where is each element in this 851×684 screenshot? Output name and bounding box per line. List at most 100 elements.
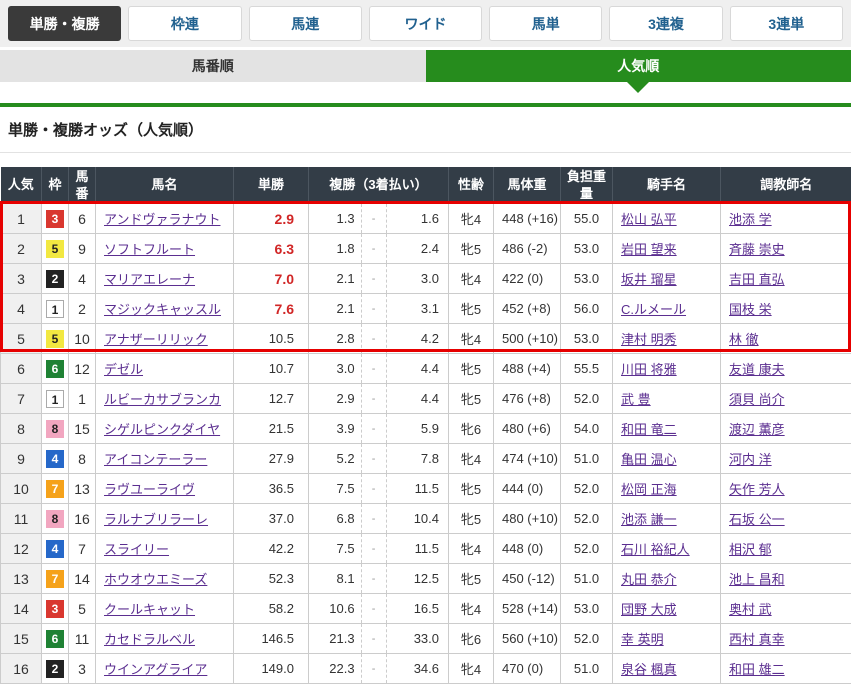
horse-name-link[interactable]: ルビーカサブランカ (104, 392, 221, 407)
horse-name-link[interactable]: ラヴユーライヴ (104, 482, 195, 497)
horse-name-link[interactable]: デゼル (104, 362, 143, 377)
jockey-link[interactable]: 岩田 望来 (621, 242, 677, 257)
trainer-link[interactable]: 友道 康夫 (729, 362, 785, 377)
tab-wakuren[interactable]: 枠連 (128, 6, 241, 41)
place-odds-range: 7.5-11.5 (309, 474, 448, 503)
jockey-link[interactable]: 和田 竜二 (621, 422, 677, 437)
horse-name-cell: アンドヴァラナウト (96, 204, 234, 234)
trainer-link[interactable]: 矢作 芳人 (729, 482, 785, 497)
horse-name-link[interactable]: スライリー (104, 542, 169, 557)
tab-sanrenpuku[interactable]: 3連複 (609, 6, 722, 41)
tab-tansho-fukusho[interactable]: 単勝・複勝 (8, 6, 121, 41)
trainer-link[interactable]: 池添 学 (729, 212, 772, 227)
place-odds-high: 7.8 (387, 451, 448, 466)
horse-name-link[interactable]: ホウオウエミーズ (104, 572, 207, 587)
horse-name-link[interactable]: クールキャット (104, 602, 195, 617)
impost-cell: 56.0 (561, 294, 613, 324)
trainer-link[interactable]: 渡辺 薫彦 (729, 422, 785, 437)
trainer-link[interactable]: 和田 雄二 (729, 662, 785, 677)
trainer-cell: 友道 康夫 (721, 354, 851, 384)
jockey-link[interactable]: 武 豊 (621, 392, 651, 407)
waku-badge: 7 (46, 570, 64, 588)
sex-age-cell: 牝5 (449, 384, 494, 414)
tab-umaban-jun[interactable]: 馬番順 (0, 50, 426, 82)
horse-name-link[interactable]: カセドラルベル (104, 632, 195, 647)
jockey-link[interactable]: 松岡 正海 (621, 482, 677, 497)
odds-row-rank-9: 948アイコンテーラー27.95.2-7.8牝4474 (+10)51.0亀田 … (1, 444, 851, 474)
trainer-link[interactable]: 須貝 尚介 (729, 392, 785, 407)
jockey-link[interactable]: 丸田 恭介 (621, 572, 677, 587)
trainer-link[interactable]: 奥村 武 (729, 602, 772, 617)
horse-number-cell: 9 (69, 234, 96, 264)
jockey-link[interactable]: 津村 明秀 (621, 332, 677, 347)
tab-wide[interactable]: ワイド (369, 6, 482, 41)
horse-name-link[interactable]: アンドヴァラナウト (104, 212, 220, 227)
jockey-link[interactable]: 泉谷 楓真 (621, 662, 677, 677)
weight-cell: 486 (-2) (494, 234, 561, 264)
col-header-sex_age: 性齢 (449, 167, 494, 204)
jockey-link[interactable]: 団野 大成 (621, 602, 677, 617)
trainer-link[interactable]: 西村 真幸 (729, 632, 785, 647)
jockey-cell: 松岡 正海 (613, 474, 721, 504)
title-divider (0, 152, 851, 153)
order-tabbar: 馬番順人気順 (0, 50, 851, 82)
impost-cell: 54.0 (561, 414, 613, 444)
impost-cell: 51.0 (561, 564, 613, 594)
place-odds-low: 1.3 (309, 211, 361, 226)
odds-row-rank-6: 6612デゼル10.73.0-4.4牝5488 (+4)55.5川田 将雅友道 … (1, 354, 851, 384)
place-odds-separator: - (361, 534, 387, 563)
trainer-link[interactable]: 石坂 公一 (729, 512, 785, 527)
horse-name-link[interactable]: マジックキャッスル (104, 302, 221, 317)
horse-name-cell: マジックキャッスル (96, 294, 234, 324)
horse-name-link[interactable]: ソフトフルート (104, 242, 195, 257)
horse-name-link[interactable]: シゲルピンクダイヤ (104, 422, 220, 437)
place-odds-range: 8.1-12.5 (309, 564, 448, 593)
horse-name-link[interactable]: アナザーリリック (104, 332, 208, 347)
horse-name-link[interactable]: アイコンテーラー (104, 452, 207, 467)
trainer-link[interactable]: 林 徹 (729, 332, 759, 347)
odds-table: 人気枠馬番馬名単勝複勝（3着払い）性齢馬体重負担重量騎手名調教師名 136アンド… (0, 167, 851, 684)
weight-cell: 444 (0) (494, 474, 561, 504)
waku-badge: 7 (46, 480, 64, 498)
tab-sanrentan[interactable]: 3連単 (730, 6, 843, 41)
jockey-link[interactable]: 坂井 瑠星 (621, 272, 677, 287)
trainer-link[interactable]: 国枝 栄 (729, 302, 772, 317)
win-odds-cell: 27.9 (234, 444, 309, 474)
odds-row-rank-8: 8815シゲルピンクダイヤ21.53.9-5.9牝6480 (+6)54.0和田… (1, 414, 851, 444)
place-odds-cell: 6.8-10.4 (309, 504, 449, 534)
weight-cell: 470 (0) (494, 654, 561, 684)
impost-cell: 53.0 (561, 324, 613, 354)
weight-cell: 474 (+10) (494, 444, 561, 474)
trainer-link[interactable]: 池上 昌和 (729, 572, 785, 587)
odds-table-wrap: 人気枠馬番馬名単勝複勝（3着払い）性齢馬体重負担重量騎手名調教師名 136アンド… (0, 167, 851, 684)
tab-ninki-jun[interactable]: 人気順 (426, 50, 851, 82)
trainer-link[interactable]: 吉田 直弘 (729, 272, 785, 287)
horse-number-cell: 10 (69, 324, 96, 354)
place-odds-high: 4.4 (387, 391, 448, 406)
horse-name-link[interactable]: ラルナブリラーレ (104, 512, 208, 527)
tab-umaren[interactable]: 馬連 (249, 6, 362, 41)
jockey-link[interactable]: 池添 謙一 (621, 512, 677, 527)
horse-name-cell: アナザーリリック (96, 324, 234, 354)
trainer-link[interactable]: 相沢 郁 (729, 542, 772, 557)
jockey-link[interactable]: C.ルメール (621, 302, 686, 317)
place-odds-separator: - (361, 444, 387, 473)
horse-name-link[interactable]: マリアエレーナ (104, 272, 195, 287)
page-title: 単勝・複勝オッズ（人気順） (8, 119, 843, 140)
jockey-link[interactable]: 川田 将雅 (621, 362, 677, 377)
odds-row-rank-7: 711ルビーカサブランカ12.72.9-4.4牝5476 (+8)52.0武 豊… (1, 384, 851, 414)
horse-number-cell: 14 (69, 564, 96, 594)
jockey-link[interactable]: 亀田 温心 (621, 452, 677, 467)
win-odds-cell: 7.0 (234, 264, 309, 294)
jockey-link[interactable]: 幸 英明 (621, 632, 664, 647)
horse-name-link[interactable]: ウインアグライア (104, 662, 207, 677)
trainer-link[interactable]: 斉藤 崇史 (729, 242, 785, 257)
place-odds-low: 7.5 (309, 541, 361, 556)
trainer-link[interactable]: 河内 洋 (729, 452, 772, 467)
waku-badge: 2 (46, 270, 64, 288)
rank-cell: 4 (1, 294, 42, 324)
odds-row-rank-16: 1623ウインアグライア149.022.3-34.6牝4470 (0)51.0泉… (1, 654, 851, 684)
tab-umatan[interactable]: 馬単 (489, 6, 602, 41)
jockey-link[interactable]: 石川 裕紀人 (621, 542, 690, 557)
jockey-link[interactable]: 松山 弘平 (621, 212, 677, 227)
